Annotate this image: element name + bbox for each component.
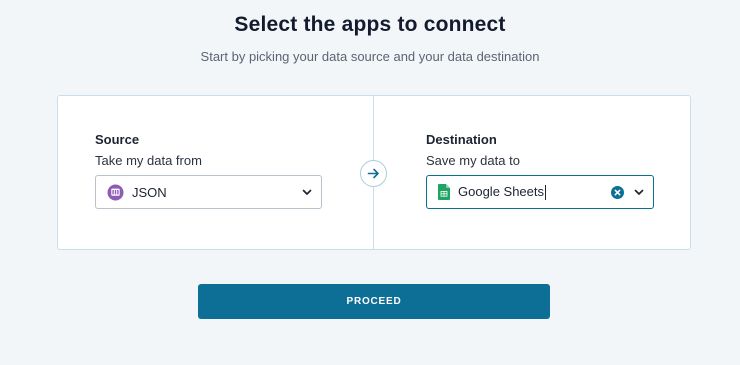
page-subtitle: Start by picking your data source and yo…	[200, 49, 540, 64]
source-heading: Source	[95, 132, 140, 147]
page-title: Select the apps to connect	[234, 13, 506, 36]
destination-subheading: Save my data to	[426, 153, 520, 168]
source-select-value: JSON	[132, 184, 167, 200]
destination-select-value: Google Sheets	[458, 183, 547, 201]
destination-section: Destination Save my data to Google Sheet…	[426, 132, 654, 209]
destination-select[interactable]: Google Sheets	[426, 175, 654, 209]
chevron-down-icon[interactable]	[302, 189, 312, 196]
clear-icon[interactable]	[611, 185, 624, 199]
proceed-button[interactable]: PROCEED	[198, 284, 550, 319]
json-app-icon	[107, 184, 124, 201]
chevron-down-icon[interactable]	[634, 189, 644, 196]
source-section: Source Take my data from JSON	[95, 132, 322, 209]
connect-card: Source Take my data from JSON Destinatio…	[57, 95, 691, 250]
google-sheets-icon	[438, 184, 450, 200]
destination-heading: Destination	[426, 132, 497, 147]
source-subheading: Take my data from	[95, 153, 202, 168]
text-cursor	[545, 185, 547, 201]
arrow-right-icon	[360, 160, 387, 187]
source-select[interactable]: JSON	[95, 175, 322, 209]
